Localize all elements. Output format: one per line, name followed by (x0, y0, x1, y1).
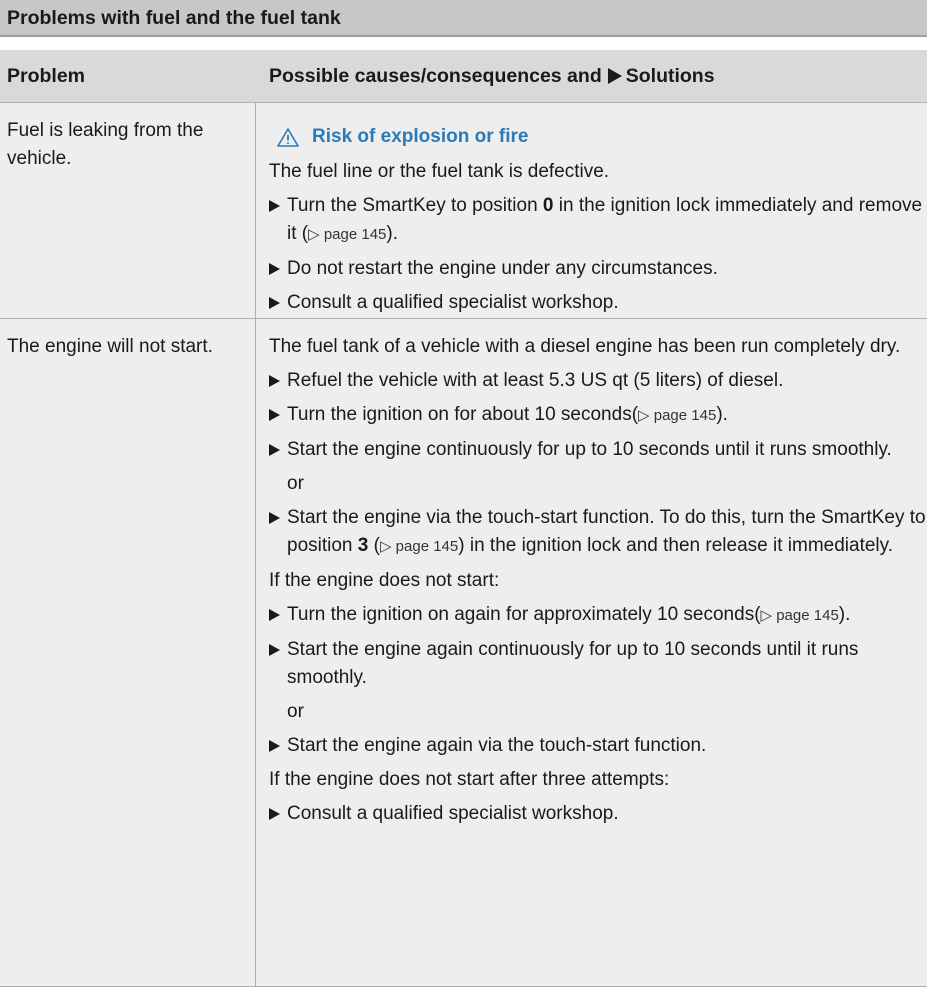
key-position: 3 (357, 535, 369, 556)
step-text: Turn the ignition on for about 10 second… (287, 404, 639, 425)
warning-label: Risk of explosion or fire (312, 126, 529, 147)
step-item: Consult a qualified specialist workshop. (269, 800, 927, 828)
step-text: ). (716, 404, 728, 425)
step-text: ). (386, 223, 398, 244)
step-text: Turn the SmartKey to position (287, 195, 538, 216)
step-text: ). (838, 604, 851, 625)
cause-text: The fuel tank of a vehicle with a diesel… (269, 336, 901, 357)
step-text: ) in the ignition lock and then release … (458, 535, 894, 556)
step-item: Do not restart the engine under any circ… (269, 255, 927, 283)
troubleshooting-table: Problem Possible causes/consequences and… (0, 50, 927, 987)
step-text: Turn the ignition on again for approxima… (287, 604, 761, 625)
problem-cell: Fuel is leaking from the vehicle. (0, 103, 256, 318)
table-row: The engine will not start. The fuel tank… (0, 319, 927, 987)
step-item: Turn the ignition on again for approxima… (269, 601, 927, 630)
page-reference-link[interactable]: ▷ page 145 (638, 407, 716, 424)
solution-cell: Risk of explosion or fire The fuel line … (256, 103, 927, 318)
warning-triangle-icon (277, 128, 299, 147)
section-title: Problems with fuel and the fuel tank (0, 0, 927, 37)
header-problem: Problem (7, 65, 86, 87)
page-reference-link[interactable]: ▷ page 145 (761, 607, 839, 624)
step-item: Start the engine via the touch-start fun… (269, 504, 927, 561)
step-item: Refuel the vehicle with at least 5.3 US … (269, 367, 927, 395)
table-row: Fuel is leaking from the vehicle. Risk o… (0, 103, 927, 319)
cause-text: The fuel line or the fuel tank is defect… (269, 161, 610, 182)
key-position: 0 (542, 195, 554, 216)
step-item: Start the engine again continuously for … (269, 636, 927, 692)
table-header-row: Problem Possible causes/consequences and… (0, 50, 927, 103)
warning-heading: Risk of explosion or fire (269, 122, 927, 152)
or-separator: or (287, 701, 304, 722)
solution-cell: The fuel tank of a vehicle with a diesel… (256, 319, 927, 986)
step-item: Turn the ignition on for about 10 second… (269, 401, 927, 430)
or-separator: or (287, 473, 304, 494)
solutions-arrow-icon (607, 68, 622, 84)
page-reference-link[interactable]: ▷ page 145 (380, 538, 458, 555)
step-item: Start the engine continuously for up to … (269, 436, 927, 464)
header-causes-solutions: Possible causes/consequences and Solution… (256, 50, 927, 102)
step-item: Consult a qualified specialist workshop. (269, 289, 927, 317)
header-causes-label: Possible causes/consequences and (269, 65, 602, 87)
step-item: Turn the SmartKey to position 0 in the i… (269, 192, 927, 249)
problem-cell: The engine will not start. (0, 319, 256, 986)
step-item: Start the engine again via the touch-sta… (269, 732, 927, 760)
header-solutions-label: Solutions (625, 65, 715, 87)
condition-text: If the engine does not start: (269, 570, 500, 591)
condition-text: If the engine does not start after three… (269, 769, 670, 790)
page-reference-link[interactable]: ▷ page 145 (308, 226, 386, 243)
